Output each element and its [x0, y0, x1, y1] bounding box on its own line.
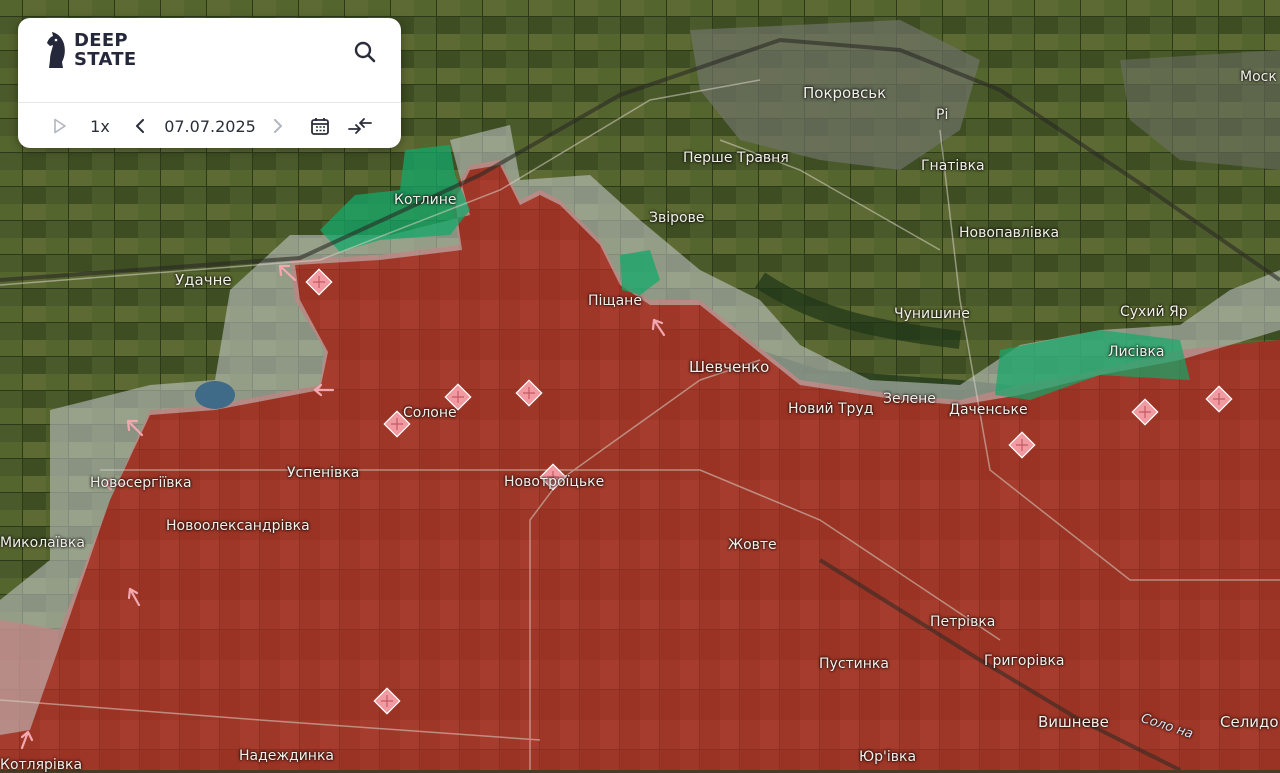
place-label: Новопавлівка: [959, 225, 1060, 241]
place-label: Новотроїцьке: [504, 474, 605, 490]
speed-button[interactable]: 1x: [84, 106, 116, 146]
play-icon: [54, 118, 66, 134]
place-label: Звірове: [649, 210, 705, 226]
place-label: Котлине: [394, 192, 457, 208]
knight-logo-icon: [47, 32, 65, 68]
deepstate-logo[interactable]: DEEP STATE: [44, 30, 136, 70]
place-label: Удачне: [175, 271, 232, 289]
place-label: Шевченко: [689, 358, 770, 376]
calendar-icon: [311, 118, 329, 135]
current-date[interactable]: 07.07.2025: [162, 106, 258, 146]
place-label: Новий Труд: [788, 401, 874, 417]
logo-line-1: DEEP: [74, 30, 128, 51]
place-label: Новоолександрівка: [166, 518, 310, 534]
place-label: Моск: [1240, 69, 1277, 85]
compare-button[interactable]: [344, 106, 376, 146]
search-icon: [354, 41, 376, 63]
logo-text: DEEP STATE: [74, 31, 136, 69]
place-label: Успенівка: [287, 465, 360, 481]
next-date-button[interactable]: [266, 106, 290, 146]
search-button[interactable]: [351, 38, 379, 66]
place-label: Покровськ: [803, 84, 887, 102]
place-label: Перше Травня: [683, 150, 789, 166]
place-label: Новосергіївка: [90, 475, 192, 491]
place-label: Рі: [936, 107, 949, 123]
place-label: Петрівка: [930, 614, 996, 630]
place-label: Григорівка: [984, 653, 1065, 669]
control-panel: DEEP STATE 1x 07.07.2025: [18, 18, 401, 148]
previous-date-button[interactable]: [128, 106, 152, 146]
place-label: Солоне: [403, 405, 457, 421]
place-label: Надеждинка: [239, 748, 334, 764]
place-label: Жовте: [728, 537, 777, 553]
place-label: Котлярівка: [0, 757, 83, 773]
calendar-button[interactable]: [306, 106, 334, 146]
place-label: Юр'івка: [859, 749, 917, 765]
logo-line-2: STATE: [74, 49, 137, 70]
play-button[interactable]: [46, 106, 74, 146]
place-label: Даченське: [949, 402, 1028, 418]
place-label: Лисівка: [1108, 344, 1165, 360]
place-label: Пустинка: [819, 656, 889, 672]
place-label: Миколаївка: [0, 535, 85, 551]
panel-divider: [18, 102, 401, 103]
chevron-right-icon: [274, 119, 282, 133]
place-label: Сухий Яр: [1120, 304, 1188, 320]
place-label: Чунишине: [894, 306, 970, 322]
place-label: Зелене: [883, 391, 936, 407]
chevron-left-icon: [136, 119, 144, 133]
place-label: Піщане: [588, 293, 642, 309]
collapse-arrows-icon: [348, 118, 372, 134]
place-label: Селидо: [1220, 713, 1279, 731]
place-label: Вишневе: [1038, 713, 1109, 731]
place-label: Гнатівка: [921, 158, 985, 174]
